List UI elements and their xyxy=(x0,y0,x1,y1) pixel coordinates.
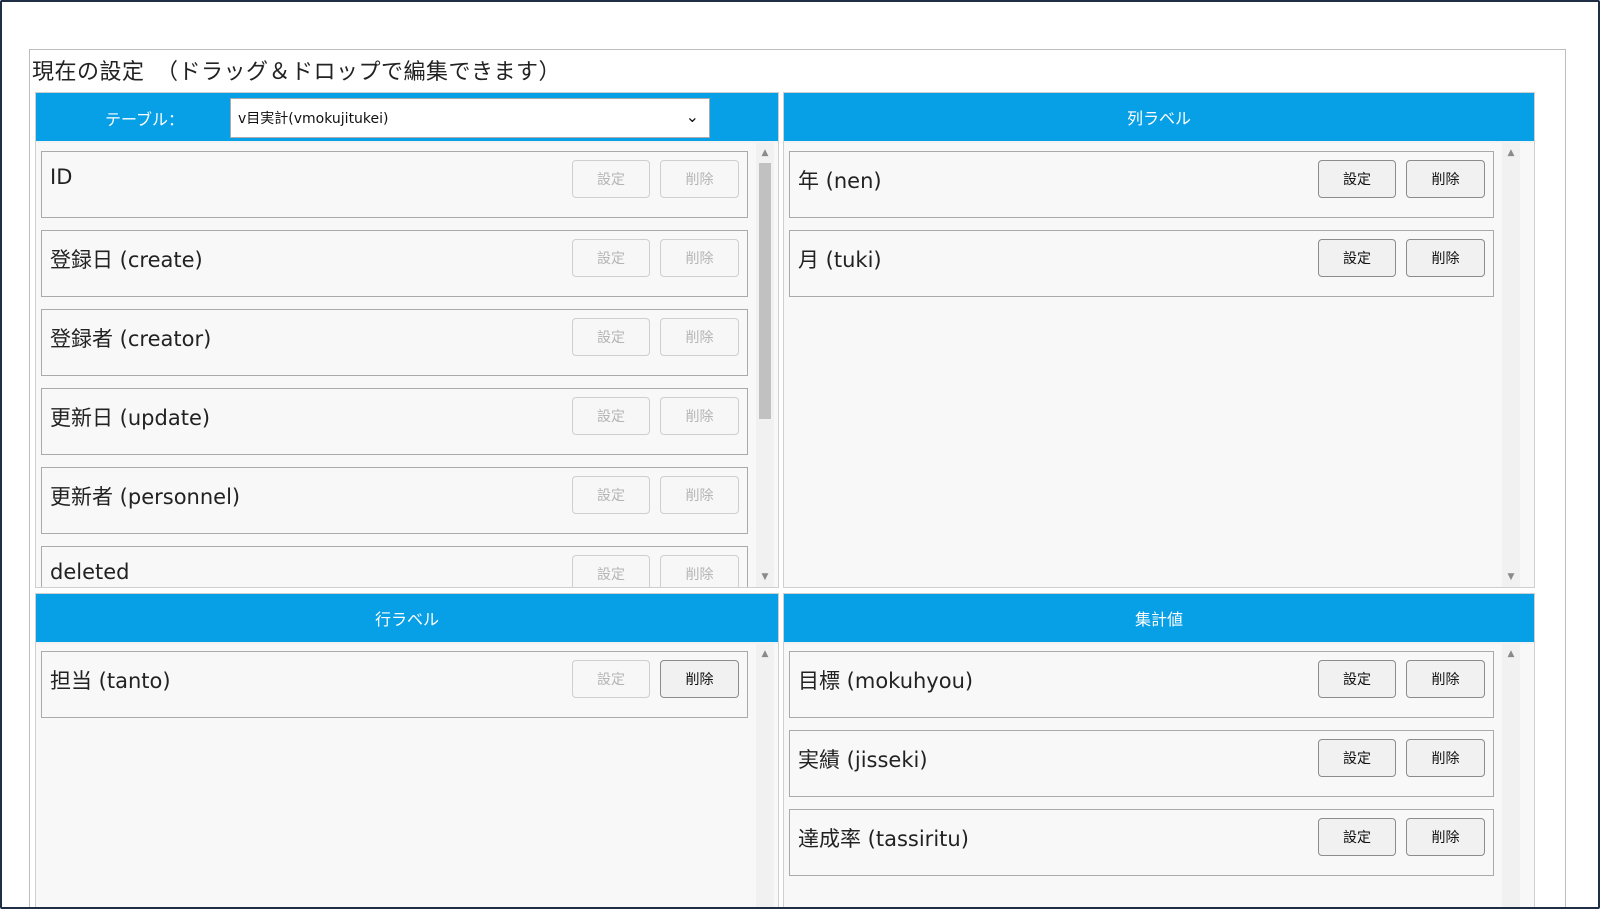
delete-button[interactable]: 削除 xyxy=(660,318,739,356)
set-button[interactable]: 設定 xyxy=(572,397,650,435)
app-frame: 現在の設定 （ドラッグ＆ドロップで編集できます） テーブル： v目実計(vmok… xyxy=(0,0,1600,909)
table-fields-scrollbar[interactable]: ▲ ▼ xyxy=(756,143,774,587)
delete-button[interactable]: 削除 xyxy=(1406,660,1485,698)
field-item-personnel[interactable]: 更新者 (personnel) 設定 削除 xyxy=(41,467,748,534)
field-name: 更新者 (personnel) xyxy=(50,485,241,509)
delete-button[interactable]: 削除 xyxy=(660,160,739,198)
aggregate-value-list[interactable]: 目標 (mokuhyou) 設定 削除 実績 (jisseki) 設定 削除 達… xyxy=(784,644,1534,907)
set-button[interactable]: 設定 xyxy=(1318,239,1396,277)
field-item-tanto[interactable]: 担当 (tanto) 設定 削除 xyxy=(41,651,748,718)
scroll-up-arrow-icon[interactable]: ▲ xyxy=(756,145,774,161)
chevron-down-icon: ⌄ xyxy=(685,107,699,126)
scroll-thumb[interactable] xyxy=(759,163,771,419)
field-item-tuki[interactable]: 月 (tuki) 設定 削除 xyxy=(789,230,1494,297)
set-button[interactable]: 設定 xyxy=(572,239,650,277)
field-item-tassiritu[interactable]: 達成率 (tassiritu) 設定 削除 xyxy=(789,809,1494,876)
set-button[interactable]: 設定 xyxy=(1318,160,1396,198)
field-name: 担当 (tanto) xyxy=(50,669,171,693)
set-button[interactable]: 設定 xyxy=(572,318,650,356)
column-label-scrollbar[interactable]: ▲ ▼ xyxy=(1502,143,1520,587)
delete-button[interactable]: 削除 xyxy=(1406,160,1485,198)
field-item-mokuhyou[interactable]: 目標 (mokuhyou) 設定 削除 xyxy=(789,651,1494,718)
delete-button[interactable]: 削除 xyxy=(1406,239,1485,277)
scroll-up-arrow-icon[interactable]: ▲ xyxy=(1502,145,1520,161)
column-panel-header: 列ラベル xyxy=(784,93,1534,141)
row-label-list[interactable]: 担当 (tanto) 設定 削除 ▲ xyxy=(36,644,778,907)
set-button[interactable]: 設定 xyxy=(572,160,650,198)
field-name: 年 (nen) xyxy=(798,169,882,193)
field-item-deleted[interactable]: deleted 設定 削除 xyxy=(41,546,748,587)
set-button[interactable]: 設定 xyxy=(572,660,650,698)
table-panel-header: テーブル： v目実計(vmokujitukei) ⌄ xyxy=(36,93,778,141)
field-name: 登録日 (create) xyxy=(50,248,203,272)
aggregate-panel-header: 集計値 xyxy=(784,594,1534,642)
settings-container: 現在の設定 （ドラッグ＆ドロップで編集できます） テーブル： v目実計(vmok… xyxy=(29,49,1566,907)
scroll-down-arrow-icon[interactable]: ▼ xyxy=(1502,569,1520,585)
set-button[interactable]: 設定 xyxy=(572,555,650,587)
delete-button[interactable]: 削除 xyxy=(1406,739,1485,777)
column-label-panel: 列ラベル 年 (nen) 設定 削除 月 (tuki) 設定 削除 ▲ ▼ xyxy=(783,92,1535,588)
table-select-value: v目実計(vmokujitukei) xyxy=(238,111,389,127)
field-name: deleted xyxy=(50,560,130,584)
table-fields-panel: テーブル： v目実計(vmokujitukei) ⌄ ID 設定 削除 登録日 … xyxy=(35,92,779,588)
field-item-jisseki[interactable]: 実績 (jisseki) 設定 削除 xyxy=(789,730,1494,797)
field-name: 登録者 (creator) xyxy=(50,327,212,351)
field-item-creator[interactable]: 登録者 (creator) 設定 削除 xyxy=(41,309,748,376)
field-name: 達成率 (tassiritu) xyxy=(798,827,969,851)
aggregate-value-scrollbar[interactable]: ▲ xyxy=(1502,644,1520,907)
delete-button[interactable]: 削除 xyxy=(660,476,739,514)
field-item-id[interactable]: ID 設定 削除 xyxy=(41,151,748,218)
table-select[interactable]: v目実計(vmokujitukei) ⌄ xyxy=(230,98,710,138)
delete-button[interactable]: 削除 xyxy=(660,239,739,277)
column-label-list[interactable]: 年 (nen) 設定 削除 月 (tuki) 設定 削除 ▲ ▼ xyxy=(784,143,1534,587)
field-item-update[interactable]: 更新日 (update) 設定 削除 xyxy=(41,388,748,455)
set-button[interactable]: 設定 xyxy=(1318,660,1396,698)
field-name: 目標 (mokuhyou) xyxy=(798,669,974,693)
table-label: テーブル： xyxy=(105,110,185,129)
set-button[interactable]: 設定 xyxy=(1318,739,1396,777)
field-name: 更新日 (update) xyxy=(50,406,211,430)
field-name: ID xyxy=(50,165,73,189)
field-item-create[interactable]: 登録日 (create) 設定 削除 xyxy=(41,230,748,297)
scroll-up-arrow-icon[interactable]: ▲ xyxy=(1502,646,1520,662)
delete-button[interactable]: 削除 xyxy=(660,660,739,698)
delete-button[interactable]: 削除 xyxy=(660,555,739,587)
scroll-down-arrow-icon[interactable]: ▼ xyxy=(756,569,774,585)
set-button[interactable]: 設定 xyxy=(572,476,650,514)
row-label-scrollbar[interactable]: ▲ xyxy=(756,644,774,907)
delete-button[interactable]: 削除 xyxy=(660,397,739,435)
set-button[interactable]: 設定 xyxy=(1318,818,1396,856)
field-name: 月 (tuki) xyxy=(798,248,882,272)
row-label-panel: 行ラベル 担当 (tanto) 設定 削除 ▲ xyxy=(35,593,779,907)
scroll-up-arrow-icon[interactable]: ▲ xyxy=(756,646,774,662)
delete-button[interactable]: 削除 xyxy=(1406,818,1485,856)
row-panel-header: 行ラベル xyxy=(36,594,778,642)
aggregate-value-panel: 集計値 目標 (mokuhyou) 設定 削除 実績 (jisseki) 設定 … xyxy=(783,593,1535,907)
field-item-nen[interactable]: 年 (nen) 設定 削除 xyxy=(789,151,1494,218)
field-name: 実績 (jisseki) xyxy=(798,748,928,772)
settings-heading: 現在の設定 （ドラッグ＆ドロップで編集できます） xyxy=(32,60,562,85)
table-fields-list[interactable]: ID 設定 削除 登録日 (create) 設定 削除 登録者 (creator… xyxy=(36,143,778,587)
